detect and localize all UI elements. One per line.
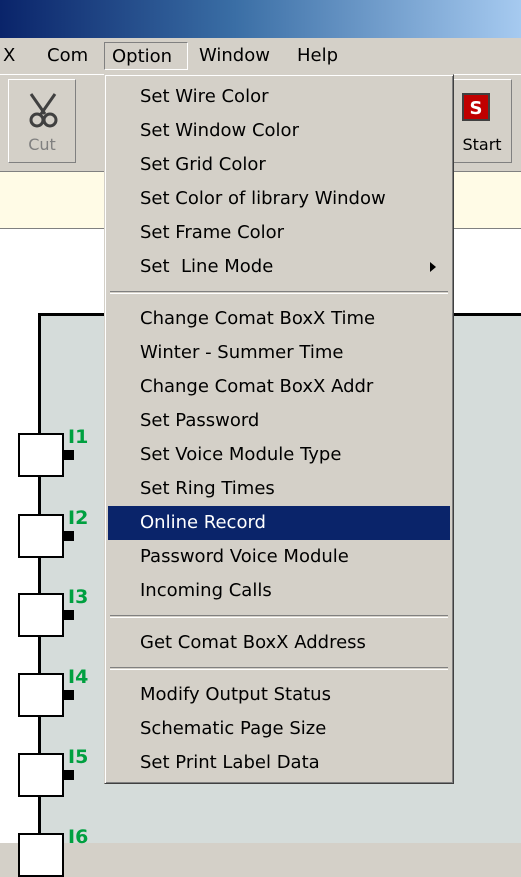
menu-bar: X Com Option Window Help <box>0 38 521 75</box>
input-label: I2 <box>68 507 89 529</box>
start-icon: S <box>462 93 490 121</box>
input-block[interactable] <box>18 673 64 717</box>
menu-item-set-line-mode[interactable]: Set Line Mode <box>108 250 450 284</box>
menu-item-set-frame-color[interactable]: Set Frame Color <box>108 216 450 250</box>
menu-window[interactable]: Window <box>192 42 277 70</box>
menu-item-set-library-window-color[interactable]: Set Color of library Window <box>108 182 450 216</box>
cut-button[interactable]: Cut <box>8 79 76 163</box>
start-button[interactable]: S Start <box>452 79 512 163</box>
menu-item-set-print-label-data[interactable]: Set Print Label Data <box>108 746 450 780</box>
cut-label: Cut <box>28 135 56 154</box>
menu-item-label: Set Line Mode <box>140 256 274 277</box>
input-connector <box>64 770 74 780</box>
input-connector <box>64 610 74 620</box>
input-block[interactable] <box>18 514 64 558</box>
start-label: Start <box>462 135 502 154</box>
svg-text:S: S <box>470 98 483 119</box>
menu-x[interactable]: X <box>0 42 22 70</box>
menu-item-change-addr[interactable]: Change Comat BoxX Addr <box>108 370 450 404</box>
menu-item-set-voice-module-type[interactable]: Set Voice Module Type <box>108 438 450 472</box>
input-label: I4 <box>68 666 89 688</box>
menu-item-set-password[interactable]: Set Password <box>108 404 450 438</box>
menu-item-set-ring-times[interactable]: Set Ring Times <box>108 472 450 506</box>
input-connector <box>64 690 74 700</box>
menu-item-modify-output-status[interactable]: Modify Output Status <box>108 678 450 712</box>
submenu-arrow-icon <box>430 262 436 272</box>
menu-item-get-address[interactable]: Get Comat BoxX Address <box>108 626 450 660</box>
input-connector <box>64 531 74 541</box>
input-block[interactable] <box>18 753 64 797</box>
menu-item-change-time[interactable]: Change Comat BoxX Time <box>108 302 450 336</box>
input-label: I5 <box>68 746 89 768</box>
scissors-icon <box>29 93 58 128</box>
menu-com[interactable]: Com <box>40 42 95 70</box>
menu-item-winter-summer-time[interactable]: Winter - Summer Time <box>108 336 450 370</box>
option-menu-dropdown: Set Wire Color Set Window Color Set Grid… <box>104 74 454 784</box>
title-bar <box>0 0 521 38</box>
menu-separator <box>110 615 448 618</box>
menu-item-incoming-calls[interactable]: Incoming Calls <box>108 574 450 608</box>
menu-item-password-voice-module[interactable]: Password Voice Module <box>108 540 450 574</box>
menu-item-set-wire-color[interactable]: Set Wire Color <box>108 80 450 114</box>
input-block[interactable] <box>18 433 64 477</box>
menu-item-online-record[interactable]: Online Record <box>108 506 450 540</box>
input-block[interactable] <box>18 593 64 637</box>
input-connector <box>64 450 74 460</box>
menu-separator <box>110 291 448 294</box>
input-block[interactable] <box>18 833 64 877</box>
menu-item-set-window-color[interactable]: Set Window Color <box>108 114 450 148</box>
menu-help[interactable]: Help <box>290 42 345 70</box>
input-label: I6 <box>68 826 89 848</box>
input-label: I3 <box>68 586 89 608</box>
menu-option[interactable]: Option <box>104 42 188 70</box>
menu-separator <box>110 667 448 670</box>
menu-item-schematic-page-size[interactable]: Schematic Page Size <box>108 712 450 746</box>
menu-item-set-grid-color[interactable]: Set Grid Color <box>108 148 450 182</box>
input-label: I1 <box>68 426 89 448</box>
